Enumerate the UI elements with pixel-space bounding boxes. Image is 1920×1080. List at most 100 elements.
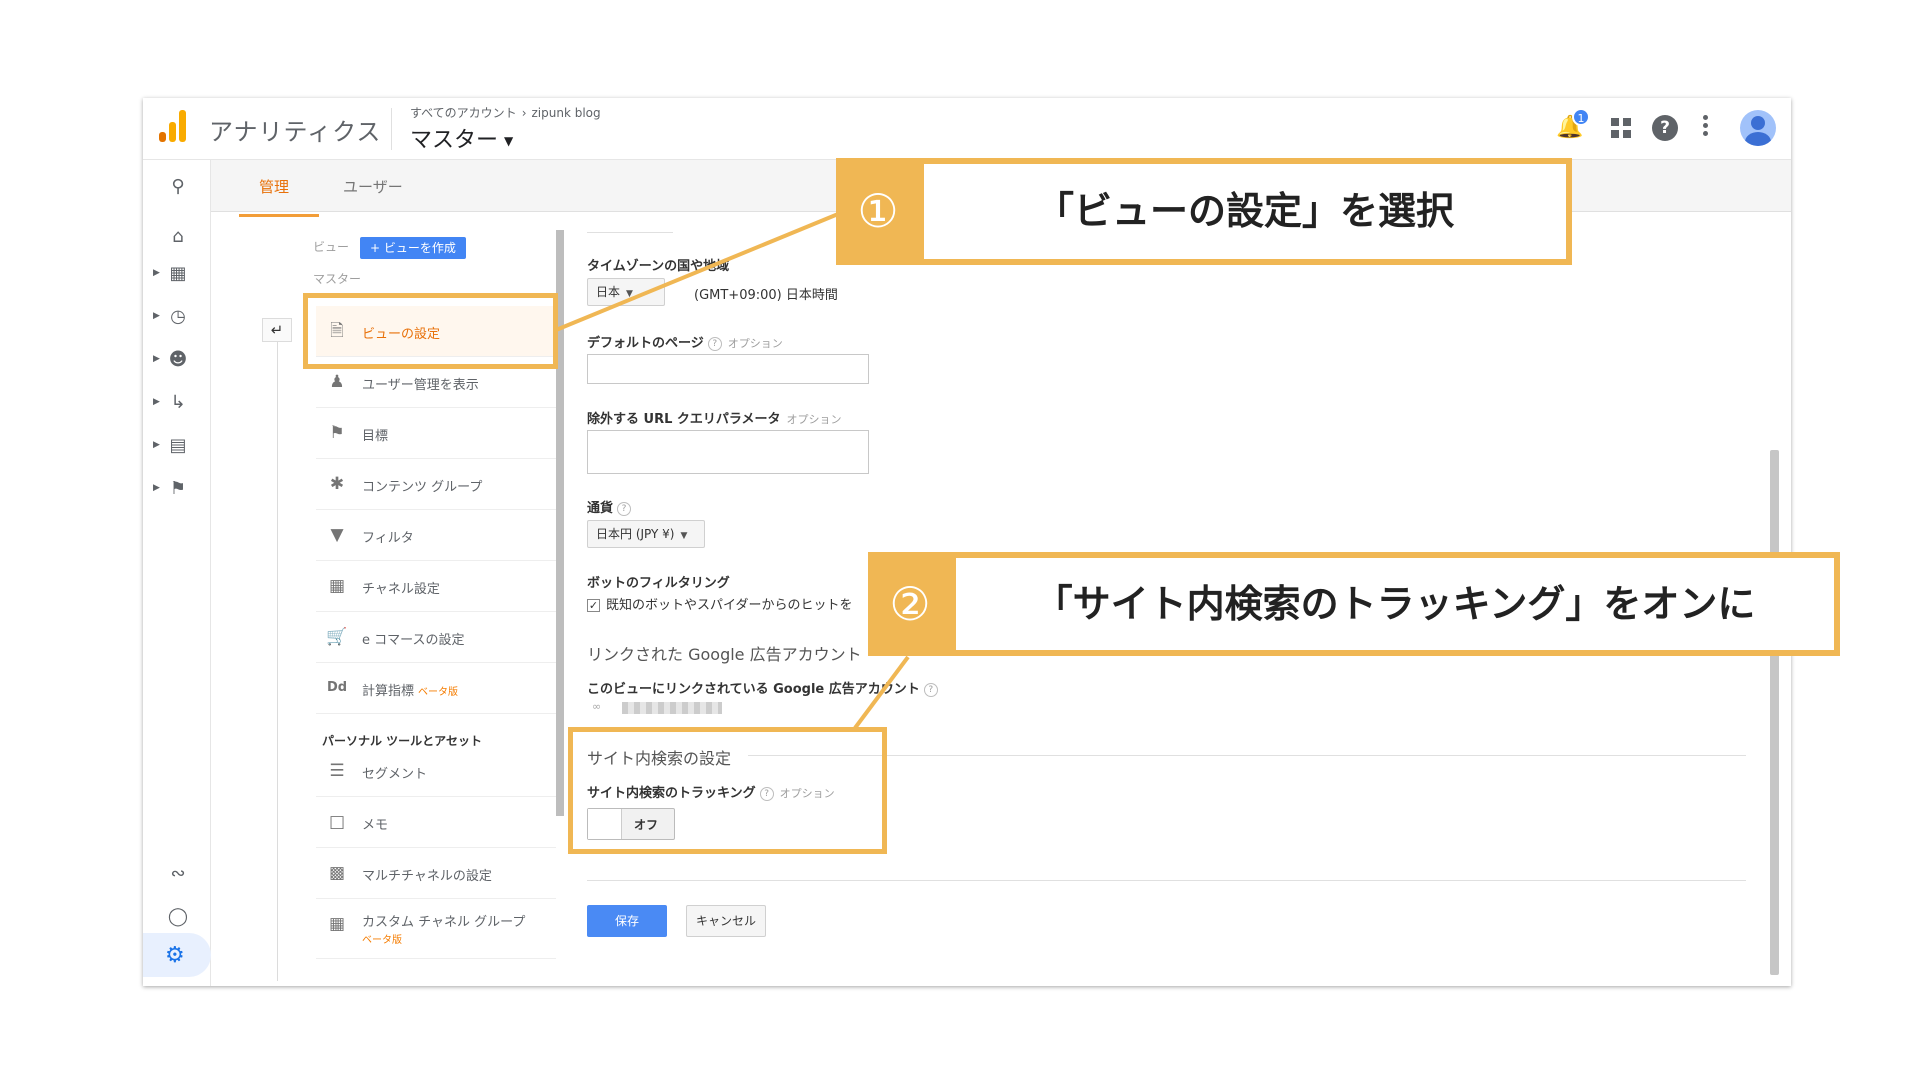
beta-badge: ベータ版 — [418, 687, 459, 698]
redacted-ads-account — [622, 702, 722, 714]
memo-icon: □ — [328, 812, 346, 832]
column-divider — [277, 341, 278, 981]
menu-item-goals[interactable]: ⚑ 目標 — [316, 408, 556, 459]
bar-chart-icon: ▩ — [328, 863, 346, 883]
filter-icon: ▼ — [330, 525, 344, 545]
behavior-icon: ▤ — [169, 435, 187, 456]
bot-filter-checkbox[interactable]: ✓ — [587, 599, 600, 612]
content-group-icon: ✱ — [329, 474, 345, 494]
bot-filter-label: ボットのフィルタリング — [587, 576, 730, 591]
rail-admin[interactable]: ⚙ — [143, 933, 211, 977]
channel-icon: ▦ — [328, 576, 346, 596]
tab-admin[interactable]: 管理 — [259, 176, 289, 197]
bot-filter-checkbox-row[interactable]: ✓ 既知のボットやスパイダーからのヒットを — [587, 594, 852, 613]
lightbulb-icon: ◯ — [167, 906, 189, 927]
menu-item-label: マルチチャネルの設定 — [362, 869, 492, 884]
analytics-logo-icon[interactable] — [159, 110, 189, 142]
rail-behavior[interactable]: ▶ ▤ — [143, 429, 211, 465]
currency-label: 通貨? — [587, 497, 632, 516]
rail-customization[interactable]: ▶ ▦ — [143, 257, 211, 293]
currency-value: 日本円 (JPY ¥) — [596, 527, 675, 541]
flag-icon: ⚑ — [329, 423, 345, 443]
back-button[interactable]: ↵ — [262, 318, 292, 342]
notification-badge: 1 — [1572, 108, 1590, 126]
gear-icon: ⚙ — [165, 943, 185, 968]
menu-item-ecommerce[interactable]: 🛒 e コマースの設定 — [316, 612, 556, 663]
expand-arrow-icon: ▶ — [153, 354, 160, 364]
search-icon: ⚲ — [171, 176, 185, 197]
avatar[interactable] — [1740, 110, 1776, 146]
beta-badge: ベータ版 — [362, 935, 402, 946]
apps-grid-icon[interactable] — [1611, 118, 1631, 138]
timezone-value: (GMT+09:00) 日本時間 — [694, 288, 838, 303]
option-tag: オプション — [727, 337, 783, 350]
rail-home[interactable]: ⌂ — [143, 220, 211, 256]
save-button[interactable]: 保存 — [587, 905, 667, 937]
linked-ads-label: このビューにリンクされている Google 広告アカウント? — [587, 678, 938, 697]
selected-view-label: マスター — [313, 272, 362, 286]
step-text: 「サイト内検索のトラッキング」をオンに — [956, 558, 1834, 650]
create-view-button[interactable]: + ビューを作成 — [360, 237, 466, 259]
currency-select[interactable]: 日本円 (JPY ¥) ▼ — [587, 520, 705, 548]
step-number: ① — [857, 184, 899, 238]
linked-ads-heading: リンクされた Google 広告アカウント — [587, 645, 862, 664]
left-rail: ⚲ ⌂ ▶ ▦ ▶ ◷ ▶ ☻ ▶ ↳ ▶ ▤ ▶ ⚑ ∾ ◯ ⚙ — [143, 160, 211, 986]
rail-audience[interactable]: ▶ ☻ — [143, 343, 211, 379]
cart-icon: 🛒 — [326, 627, 348, 647]
menu-item-label: e コマースの設定 — [362, 633, 465, 648]
exclude-url-label: 除外する URL クエリパラメータ オプション — [587, 412, 842, 427]
rail-attribution[interactable]: ∾ — [143, 857, 211, 893]
menu-item-annotations[interactable]: □ メモ — [316, 797, 556, 848]
tab-user[interactable]: ユーザー — [343, 176, 403, 197]
segment-icon: ☰ — [329, 761, 345, 781]
menu-item-label: メモ — [362, 818, 389, 833]
breadcrumb-root[interactable]: すべてのアカウント — [410, 106, 517, 120]
rail-search[interactable]: ⚲ — [143, 170, 211, 206]
help-icon: ? — [923, 682, 938, 697]
acquisition-icon: ↳ — [170, 392, 186, 413]
breadcrumb[interactable]: すべてのアカウント › zipunk blog — [410, 104, 601, 121]
menu-item-calculated-metrics[interactable]: Dd 計算指標 ベータ版 — [316, 663, 556, 714]
menu-item-multichannel[interactable]: ▩ マルチチャネルの設定 — [316, 848, 556, 899]
main-scrollbar[interactable] — [1770, 450, 1779, 975]
step-number: ② — [889, 577, 931, 631]
rail-acquisition[interactable]: ▶ ↳ — [143, 386, 211, 422]
menu-item-label: 目標 — [362, 429, 389, 444]
help-icon: ? — [707, 336, 722, 351]
step-text: 「ビューの設定」を選択 — [924, 164, 1566, 259]
menu-item-label: チャネル設定 — [362, 582, 440, 597]
tab-active-indicator — [239, 214, 319, 217]
dd-icon: Dd — [326, 680, 348, 695]
help-icon[interactable]: ? — [1652, 115, 1678, 141]
dashboard-icon: ▦ — [169, 263, 187, 284]
app-name: アナリティクス — [209, 118, 382, 146]
rail-discover[interactable]: ◯ — [143, 900, 211, 936]
view-selector[interactable]: マスター ▼ — [410, 122, 513, 154]
menu-item-filters[interactable]: ▼ フィルタ — [316, 510, 556, 561]
breadcrumb-account[interactable]: zipunk blog — [532, 106, 601, 120]
menu-item-channel-settings[interactable]: ▦ チャネル設定 — [316, 561, 556, 612]
default-page-input[interactable] — [587, 354, 869, 384]
people-icon: ♟ — [329, 372, 345, 392]
exclude-url-textarea[interactable] — [587, 430, 869, 474]
form-bottom-divider — [587, 880, 1746, 881]
section-divider — [748, 755, 1746, 756]
rail-realtime[interactable]: ▶ ◷ — [143, 300, 211, 336]
annotation-step-2: ② 「サイト内検索のトラッキング」をオンに — [868, 552, 1840, 656]
menu-item-segments[interactable]: ☰ セグメント — [316, 746, 556, 797]
view-column-label: ビュー — [313, 240, 350, 254]
person-icon: ☻ — [168, 349, 188, 370]
chevron-right-icon: › — [521, 106, 527, 120]
more-vert-icon[interactable] — [1703, 115, 1709, 139]
cancel-button[interactable]: キャンセル — [686, 905, 766, 937]
channel-icon: ▦ — [328, 914, 346, 934]
timezone-country-select[interactable]: 日本 ▼ — [587, 278, 665, 306]
rail-conversions[interactable]: ▶ ⚑ — [143, 472, 211, 508]
attribution-icon: ∾ — [170, 863, 186, 884]
menu-item-custom-channel-grouping[interactable]: ▦ カスタム チャネル グループ ベータ版 — [316, 899, 556, 959]
help-icon: ? — [617, 501, 632, 516]
expand-arrow-icon: ▶ — [153, 440, 160, 450]
option-tag: オプション — [786, 413, 842, 426]
timezone-label: タイムゾーンの国や地域 — [587, 259, 730, 274]
menu-item-content-grouping[interactable]: ✱ コンテンツ グループ — [316, 459, 556, 510]
